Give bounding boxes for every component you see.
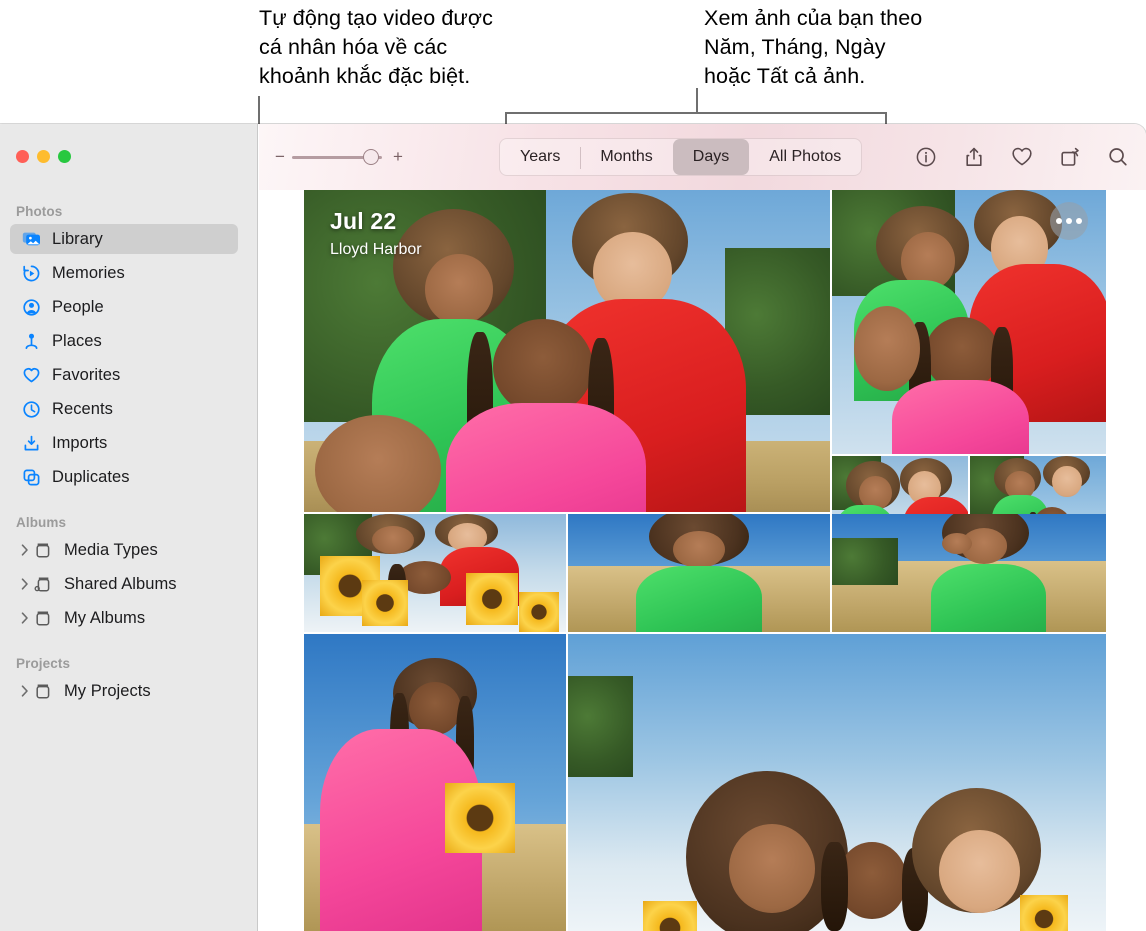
sidebar-item-people[interactable]: People — [10, 292, 238, 322]
tab-days[interactable]: Days — [673, 139, 749, 175]
library-icon — [22, 229, 44, 249]
callout-right-leader-line — [696, 88, 698, 114]
chevron-right-icon[interactable] — [18, 577, 32, 591]
sidebar-item-label: My Albums — [64, 609, 145, 628]
sidebar-item-label: Favorites — [52, 366, 120, 385]
sidebar-item-label: Duplicates — [52, 468, 130, 487]
tab-years[interactable]: Years — [500, 139, 580, 175]
callout-right-text: Xem ảnh của bạn theo Năm, Tháng, Ngày ho… — [704, 4, 1034, 91]
close-button[interactable] — [16, 150, 29, 163]
sidebar-item-label: People — [52, 298, 104, 317]
photo-grid: Jul 22 Lloyd Harbor — [304, 190, 1106, 931]
zoom-slider-knob[interactable] — [363, 149, 379, 165]
heart-icon — [22, 365, 44, 385]
window-traffic-lights — [16, 150, 71, 163]
memories-icon — [22, 263, 44, 283]
ellipsis-dot — [1056, 218, 1062, 224]
sidebar-item-my-albums[interactable]: My Albums — [10, 603, 238, 633]
callout-left-text: Tự động tạo video được cá nhân hóa về cá… — [259, 4, 589, 91]
shared-album-icon — [34, 574, 56, 594]
sidebar-item-imports[interactable]: Imports — [10, 428, 238, 458]
sidebar-item-label: My Projects — [64, 682, 151, 701]
chevron-right-icon[interactable] — [18, 543, 32, 557]
favorite-icon[interactable] — [1010, 145, 1034, 169]
duplicates-icon — [22, 467, 44, 487]
album-icon — [34, 681, 56, 701]
toolbar-actions — [914, 138, 1130, 176]
sidebar: Photos Library — [0, 124, 258, 931]
minimize-button[interactable] — [37, 150, 50, 163]
zoom-slider[interactable]: − + — [275, 146, 405, 168]
sidebar-item-my-projects[interactable]: My Projects — [10, 676, 238, 706]
zoom-button[interactable] — [58, 150, 71, 163]
sidebar-list-albums: Media Types Sha — [0, 535, 258, 637]
chevron-right-icon[interactable] — [18, 684, 32, 698]
info-icon[interactable] — [914, 145, 938, 169]
sidebar-item-favorites[interactable]: Favorites — [10, 360, 238, 390]
clock-icon — [22, 399, 44, 419]
sidebar-item-label: Media Types — [64, 541, 158, 560]
sidebar-item-label: Memories — [52, 264, 125, 283]
sidebar-item-places[interactable]: Places — [10, 326, 238, 356]
places-icon — [22, 331, 44, 351]
tab-all-photos[interactable]: All Photos — [749, 139, 861, 175]
sidebar-item-shared-albums[interactable]: Shared Albums — [10, 569, 238, 599]
ellipsis-dot — [1066, 218, 1072, 224]
photo-tile-top-right[interactable] — [832, 190, 1106, 454]
sidebar-item-label: Places — [52, 332, 102, 351]
sidebar-section-title-projects: Projects — [16, 656, 70, 671]
sidebar-item-label: Library — [52, 230, 103, 249]
import-icon — [22, 433, 44, 453]
sidebar-list-projects: My Projects — [0, 676, 258, 710]
chevron-right-icon[interactable] — [18, 611, 32, 625]
sidebar-section-title-photos: Photos — [16, 204, 62, 219]
toolbar: − + Years Months Days All Photos — [259, 124, 1146, 190]
photo-tile-sunflowers-group[interactable] — [304, 514, 566, 632]
zoom-out-icon[interactable]: − — [275, 148, 285, 166]
sidebar-item-label: Shared Albums — [64, 575, 177, 594]
search-icon[interactable] — [1106, 145, 1130, 169]
sidebar-item-recents[interactable]: Recents — [10, 394, 238, 424]
view-mode-segmented-control[interactable]: Years Months Days All Photos — [499, 138, 862, 176]
photo-tile-field-hand[interactable] — [832, 514, 1106, 632]
sidebar-section-title-albums: Albums — [16, 515, 66, 530]
photo-tile-bottom-right[interactable] — [568, 634, 1106, 931]
sidebar-item-label: Imports — [52, 434, 107, 453]
photo-tile-hero[interactable]: Jul 22 Lloyd Harbor — [304, 190, 830, 512]
sidebar-item-library[interactable]: Library — [10, 224, 238, 254]
sidebar-item-memories[interactable]: Memories — [10, 258, 238, 288]
ellipsis-dot — [1076, 218, 1082, 224]
rotate-icon[interactable] — [1058, 145, 1082, 169]
zoom-in-icon[interactable]: + — [393, 148, 403, 166]
share-icon[interactable] — [962, 145, 986, 169]
more-options-button[interactable] — [1050, 202, 1088, 240]
album-icon — [34, 540, 56, 560]
photo-tile-bottom-left[interactable] — [304, 634, 566, 931]
sidebar-item-label: Recents — [52, 400, 113, 419]
sidebar-list-photos: Library Memories — [0, 224, 258, 496]
album-icon — [34, 608, 56, 628]
tab-months[interactable]: Months — [580, 139, 672, 175]
photo-tile-field-portrait[interactable] — [568, 514, 830, 632]
sidebar-item-media-types[interactable]: Media Types — [10, 535, 238, 565]
screenshot-root: Tự động tạo video được cá nhân hóa về cá… — [0, 0, 1146, 931]
photos-app-window: Photos Library — [0, 124, 1146, 931]
people-icon — [22, 297, 44, 317]
sidebar-item-duplicates[interactable]: Duplicates — [10, 462, 238, 492]
callout-right-bracket-top — [505, 112, 887, 114]
